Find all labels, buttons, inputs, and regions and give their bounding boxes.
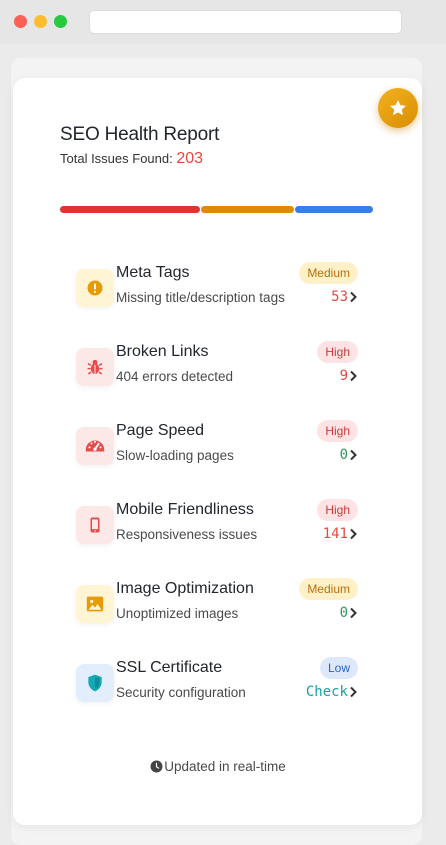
broken-links-icon-box xyxy=(76,348,114,386)
clock-icon xyxy=(150,760,163,773)
update-status: Updated in real-time xyxy=(0,759,436,774)
issue-value: 0 xyxy=(340,447,358,463)
address-bar[interactable] xyxy=(89,10,402,34)
update-status-text: Updated in real-time xyxy=(164,759,286,774)
issue-count: 0 xyxy=(339,447,348,463)
shield-icon xyxy=(88,674,102,692)
issue-title: Page Speed xyxy=(116,422,205,439)
issue-count: 0 xyxy=(339,605,348,621)
issue-item-mobile-friendliness[interactable]: Mobile Friendliness Responsiveness issue… xyxy=(76,499,358,549)
chevron-right-icon xyxy=(350,449,357,461)
issue-count: 141 xyxy=(322,526,348,542)
issue-description: Responsiveness issues xyxy=(116,527,258,542)
minimize-window-button[interactable] xyxy=(34,15,47,28)
issue-title: Meta Tags xyxy=(116,264,190,281)
issue-item-meta-tags[interactable]: Meta Tags Missing title/description tags… xyxy=(76,262,358,312)
issue-description: 404 errors detected xyxy=(116,369,234,384)
issue-count: 9 xyxy=(339,368,348,384)
severity-badge: High xyxy=(317,420,358,442)
issue-title: SSL Certificate xyxy=(116,659,223,676)
total-issues-line: Total Issues Found: 203 xyxy=(60,150,203,168)
meta-tags-icon-box xyxy=(76,269,114,307)
star-icon xyxy=(390,100,406,116)
issue-value: 53 xyxy=(331,289,358,305)
close-window-button[interactable] xyxy=(14,15,27,28)
favorite-star-button[interactable] xyxy=(378,88,418,128)
issue-item-page-speed[interactable]: Page Speed Slow-loading pages High 0 xyxy=(76,420,358,470)
chevron-right-icon xyxy=(350,686,357,698)
total-issues-label: Total Issues Found: xyxy=(60,151,173,166)
progress-segment-low xyxy=(295,206,373,213)
issue-description: Missing title/description tags xyxy=(116,290,285,305)
issue-title: Mobile Friendliness xyxy=(116,501,254,518)
browser-titlebar xyxy=(0,0,446,44)
page-title: SEO Health Report xyxy=(60,124,220,145)
mobile-friendliness-icon-box xyxy=(76,506,114,544)
chevron-right-icon xyxy=(350,370,357,382)
severity-badge: Medium xyxy=(299,578,358,600)
issue-count: 53 xyxy=(331,289,348,305)
issue-title: Broken Links xyxy=(116,343,209,360)
chevron-right-icon xyxy=(350,291,357,303)
issue-item-ssl-certificate[interactable]: SSL Certificate Security configuration L… xyxy=(76,657,358,707)
issue-title: Image Optimization xyxy=(116,580,254,597)
severity-badge: High xyxy=(317,341,358,363)
page-speed-icon-box xyxy=(76,427,114,465)
issue-description: Security configuration xyxy=(116,685,246,700)
maximize-window-button[interactable] xyxy=(54,15,67,28)
speedometer-icon xyxy=(85,440,105,452)
progress-segment-high xyxy=(60,206,200,213)
progress-segment-medium xyxy=(201,206,294,213)
mobile-phone-icon xyxy=(90,517,100,533)
severity-badge: Medium xyxy=(299,262,358,284)
ssl-certificate-icon-box xyxy=(76,664,114,702)
issue-value: 0 xyxy=(340,605,358,621)
issue-value: 9 xyxy=(340,368,358,384)
issue-description: Slow-loading pages xyxy=(116,448,234,463)
issue-item-image-optimization[interactable]: Image Optimization Unoptimized images Me… xyxy=(76,578,358,628)
bug-icon xyxy=(87,359,103,375)
total-issues-count: 203 xyxy=(176,150,204,167)
severity-badge: High xyxy=(317,499,358,521)
image-optimization-icon-box xyxy=(76,585,114,623)
severity-badge: Low xyxy=(319,657,358,679)
chevron-right-icon xyxy=(350,528,357,540)
issue-status: Check xyxy=(305,684,348,700)
issue-description: Unoptimized images xyxy=(116,606,239,621)
issue-value: 141 xyxy=(323,526,358,542)
issue-item-broken-links[interactable]: Broken Links 404 errors detected High 9 xyxy=(76,341,358,391)
issue-value: Check xyxy=(306,684,358,700)
chevron-right-icon xyxy=(350,607,357,619)
exclamation-icon xyxy=(87,280,103,296)
image-icon xyxy=(86,596,104,612)
